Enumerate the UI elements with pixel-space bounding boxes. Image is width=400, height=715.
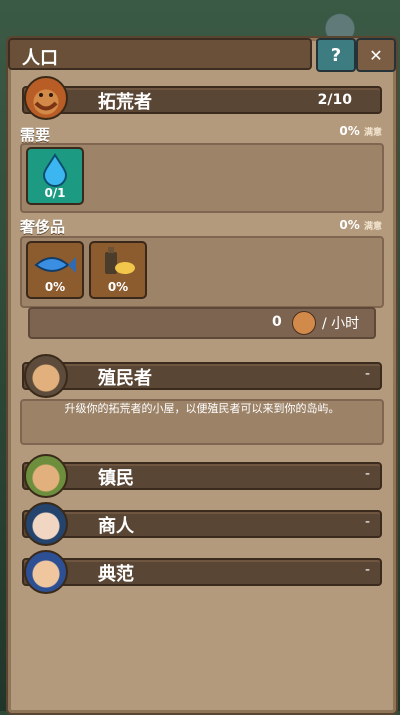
tier-name: 拓荒者 [98, 92, 152, 113]
needs-satisfaction-label: 满意 [363, 128, 382, 138]
tier-bar-colonist[interactable]: 殖民者 - [22, 362, 382, 390]
tier-name: 镇民 [98, 468, 134, 489]
tier-name: 典范 [98, 564, 134, 585]
panel-title: 人口 [22, 48, 58, 69]
tier-name: 商人 [98, 516, 134, 537]
townsman-avatar-icon [24, 454, 68, 498]
title-bar: 人口 [8, 38, 312, 70]
tier-count: 2/10 [317, 92, 352, 108]
production-unit: / 小时 [322, 316, 360, 332]
merchant-avatar-icon [24, 502, 68, 546]
worker-avatar-icon [292, 311, 316, 335]
tier-bar-merchant[interactable]: 商人 - [22, 510, 382, 538]
pioneer-avatar-icon [24, 76, 68, 120]
tier-bar-paragon[interactable]: 典范 - [22, 558, 382, 586]
colonist-info-text: 升级你的拓荒者的小屋，以便殖民者可以来到你的岛屿。 [64, 402, 340, 415]
goods-luxury-item[interactable]: 0% [89, 241, 147, 299]
item-value: 0% [107, 280, 129, 294]
paragon-avatar-icon [24, 550, 68, 594]
close-button[interactable]: ✕ [356, 38, 396, 72]
item-value: 0% [44, 280, 66, 294]
luxury-label: 奢侈品 [20, 218, 66, 236]
item-value: 0/1 [44, 186, 66, 200]
help-button[interactable]: ? [316, 38, 356, 72]
luxury-satisfaction: 0% 满意 [339, 218, 382, 232]
luxury-satisfaction-label: 满意 [363, 222, 382, 232]
tier-dash: - [364, 466, 370, 482]
needs-satisfaction-value: 0% [339, 124, 360, 138]
fish-luxury-item[interactable]: 0% [26, 241, 84, 299]
luxury-satisfaction-value: 0% [339, 218, 360, 232]
needs-satisfaction: 0% 满意 [339, 124, 382, 138]
water-drop-icon [42, 153, 68, 187]
tier-dash: - [364, 562, 370, 578]
tier-bar-townsman[interactable]: 镇民 - [22, 462, 382, 490]
needs-label: 需要 [20, 126, 51, 144]
tier-bar-pioneer[interactable]: 拓荒者 2/10 [22, 86, 382, 114]
colonist-info-box: 升级你的拓荒者的小屋，以便殖民者可以来到你的岛屿。 [20, 399, 384, 445]
tier-dash: - [364, 366, 370, 382]
tier-dash: - [364, 514, 370, 530]
production-bar: 0 / 小时 [28, 307, 376, 339]
bottle-bread-icon [105, 247, 135, 274]
tier-name: 殖民者 [98, 368, 152, 389]
colonist-avatar-icon [24, 354, 68, 398]
water-need-item[interactable]: 0/1 [26, 147, 84, 205]
fish-icon [34, 257, 76, 273]
production-value: 0 [272, 314, 282, 330]
